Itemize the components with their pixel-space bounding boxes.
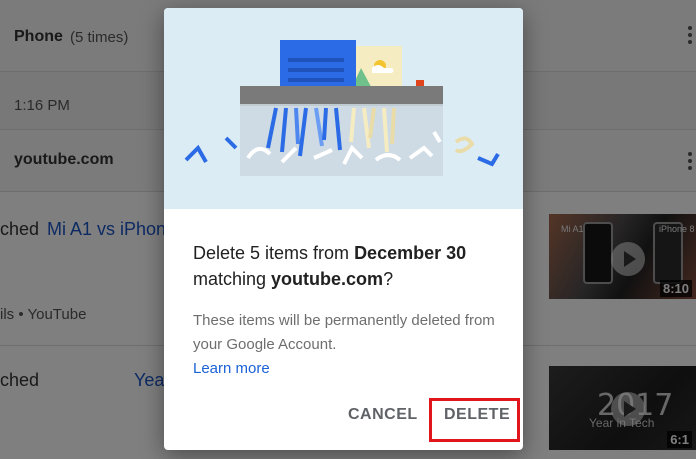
dialog-title: Delete 5 items from December 30 matching… [193,240,503,292]
dialog-actions: CANCEL DELETE [164,398,523,444]
title-date: December 30 [354,243,467,263]
title-site: youtube.com [271,269,384,289]
delete-button[interactable]: DELETE [444,406,510,424]
learn-more-link[interactable]: Learn more [193,357,270,381]
delete-confirmation-dialog: Delete 5 items from December 30 matching… [164,8,523,450]
cancel-button[interactable]: CANCEL [348,406,418,424]
title-text: Delete 5 items from [193,243,355,263]
shredder-illustration [164,8,523,209]
dialog-description: These items will be permanently deleted … [193,312,495,353]
title-text: matching [193,269,272,289]
shredder-icon [184,40,500,176]
title-text: ? [383,269,394,289]
dialog-content: Delete 5 items from December 30 matching… [193,240,503,381]
